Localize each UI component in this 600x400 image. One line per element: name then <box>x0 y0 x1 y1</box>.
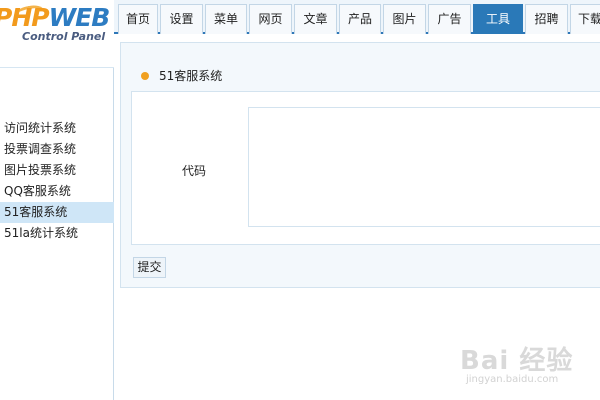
sidebar: 访问统计系统 投票调查系统 图片投票系统 QQ客服系统 51客服系统 51la统… <box>0 68 114 400</box>
tab-pages[interactable]: 网页 <box>249 4 292 34</box>
section-title: 51客服系统 <box>141 67 222 84</box>
tab-ads[interactable]: 广告 <box>428 4 471 34</box>
section-title-text: 51客服系统 <box>159 69 223 83</box>
sidebar-item-51-service[interactable]: 51客服系统 <box>0 202 114 223</box>
tab-menu[interactable]: 菜单 <box>205 4 247 34</box>
bullet-icon <box>141 71 149 80</box>
sidebar-item-qq-service[interactable]: QQ客服系统 <box>0 181 114 202</box>
submit-button[interactable]: 提交 <box>133 257 166 278</box>
tab-recruit[interactable]: 招聘 <box>525 4 568 34</box>
form-box: 代码 <box>131 91 600 245</box>
top-nav: 首页 设置 菜单 网页 文章 产品 图片 广告 工具 招聘 下载 <box>114 0 600 34</box>
watermark: Bai 经验 jingyan.baidu.com <box>456 340 600 400</box>
logo: PHPWEB Control Panel <box>0 0 114 68</box>
tab-products[interactable]: 产品 <box>339 4 381 34</box>
tab-home[interactable]: 首页 <box>118 4 158 34</box>
code-label: 代码 <box>182 164 207 178</box>
tab-settings[interactable]: 设置 <box>160 4 203 34</box>
logo-wordmark: PHPWEB <box>0 3 110 32</box>
sidebar-item-poll-survey[interactable]: 投票调查系统 <box>0 139 114 160</box>
code-textarea[interactable] <box>248 107 600 227</box>
watermark-sub: jingyan.baidu.com <box>466 374 559 385</box>
sidebar-item-visit-stats[interactable]: 访问统计系统 <box>0 118 114 139</box>
watermark-main: Bai 经验 <box>460 346 574 376</box>
sidebar-list: 访问统计系统 投票调查系统 图片投票系统 QQ客服系统 51客服系统 51la统… <box>0 118 114 244</box>
logo-subtitle: Control Panel <box>22 30 106 43</box>
tab-download[interactable]: 下载 <box>570 4 600 34</box>
sidebar-item-51la-stats[interactable]: 51la统计系统 <box>0 223 114 244</box>
tab-images[interactable]: 图片 <box>383 4 426 34</box>
tab-articles[interactable]: 文章 <box>294 4 337 34</box>
main-panel: 51客服系统 代码 提交 <box>120 42 600 288</box>
sidebar-item-image-vote[interactable]: 图片投票系统 <box>0 160 114 181</box>
tab-tools[interactable]: 工具 <box>473 4 523 34</box>
